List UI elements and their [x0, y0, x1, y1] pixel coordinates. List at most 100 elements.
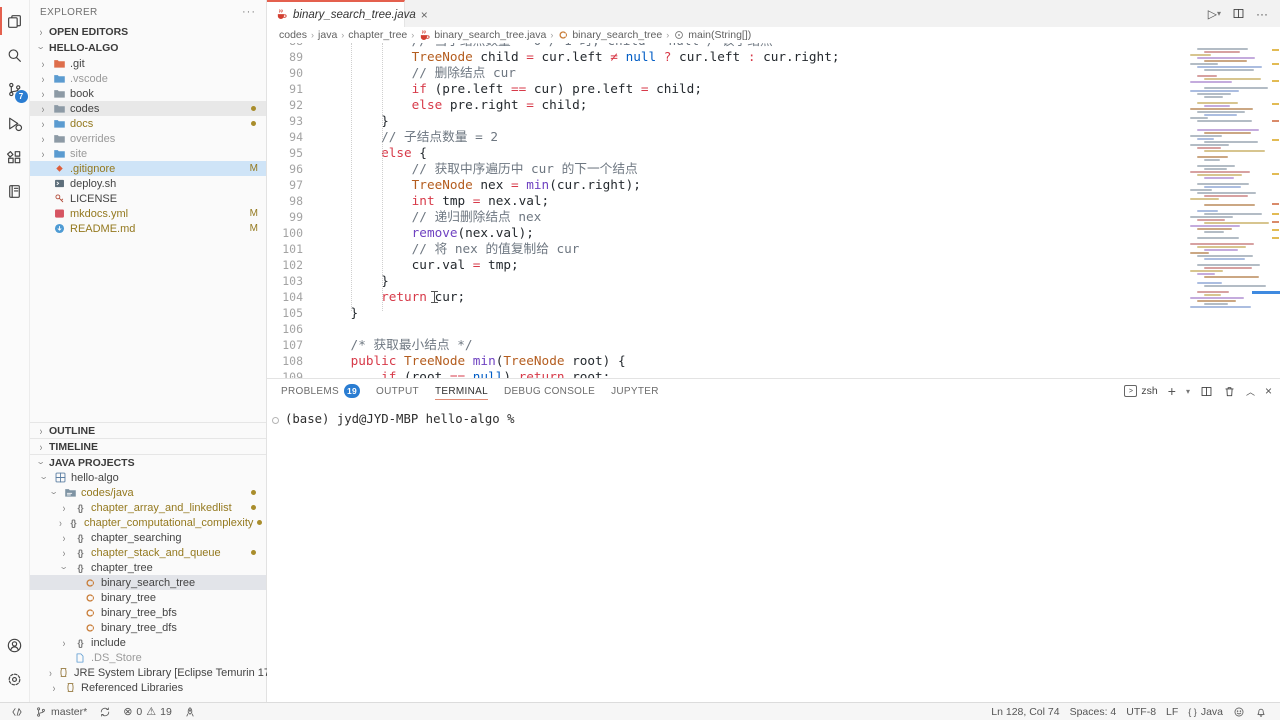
tree-item-chapter_stack_and_queue[interactable]: ›{}chapter_stack_and_queue: [30, 545, 266, 560]
tree-item-docs[interactable]: ›docs: [30, 116, 266, 131]
chevron-down-icon[interactable]: ›: [48, 488, 61, 497]
kill-terminal-button[interactable]: [1223, 385, 1236, 398]
code-line-89[interactable]: 89 TreeNode child = cur.left ≠ null ? cu…: [267, 49, 1280, 65]
notifications-bell-icon[interactable]: [1250, 706, 1272, 718]
tree-item-binary_search_tree[interactable]: ›binary_search_tree: [30, 575, 266, 590]
activitybar-account[interactable]: [0, 628, 30, 662]
shell-selector[interactable]: > zsh: [1124, 385, 1157, 397]
run-button[interactable]: ▷▾: [1208, 7, 1221, 21]
tree-item-overrides[interactable]: ›overrides: [30, 131, 266, 146]
tree-item-referencedlibraries[interactable]: ›Referenced Libraries: [30, 680, 266, 695]
tree-item-chapter_array_and_linkedlist[interactable]: ›{}chapter_array_and_linkedlist: [30, 500, 266, 515]
code-line-101[interactable]: 101 // 将 nex 的值复制给 cur: [267, 241, 1280, 257]
chevron-down-icon[interactable]: ›: [38, 473, 51, 482]
code-line-94[interactable]: 94 // 子结点数量 = 2: [267, 129, 1280, 145]
activitybar-extensions[interactable]: [0, 140, 30, 174]
timeline-section[interactable]: › TIMELINE: [30, 438, 266, 454]
code-line-105[interactable]: 105 }: [267, 305, 1280, 321]
code-line-91[interactable]: 91 if (pre.left == cur) pre.left = child…: [267, 81, 1280, 97]
tree-item-.ds_store[interactable]: ›.DS_Store: [30, 650, 266, 665]
chevron-right-icon[interactable]: ›: [60, 501, 69, 514]
activitybar-search[interactable]: [0, 38, 30, 72]
code-editor[interactable]: 88 // 当子结点数量 = 0 / 1 时, child = null / 该…: [267, 43, 1280, 378]
root-folder-section[interactable]: › HELLO-ALGO: [30, 40, 266, 56]
chevron-right-icon[interactable]: ›: [60, 636, 69, 649]
panel-tab-terminal[interactable]: TERMINAL: [435, 379, 488, 403]
breadcrumb-item[interactable]: binary_search_tree: [557, 29, 662, 41]
panel-tab-output[interactable]: OUTPUT: [376, 379, 419, 403]
chevron-right-icon[interactable]: ›: [39, 57, 48, 70]
overview-ruler[interactable]: [1270, 43, 1280, 378]
remote-indicator[interactable]: [6, 703, 28, 720]
chevron-right-icon[interactable]: ›: [39, 87, 48, 100]
chevron-right-icon[interactable]: ›: [59, 516, 62, 529]
tree-item-mkdocs.yml[interactable]: ›mkdocs.ymlM: [30, 206, 266, 221]
outline-section[interactable]: › OUTLINE: [30, 422, 266, 438]
chevron-right-icon[interactable]: ›: [39, 102, 48, 115]
tree-item-codes[interactable]: ›codes: [30, 101, 266, 116]
indentation-item[interactable]: Spaces: 4: [1065, 706, 1122, 718]
tree-item-chapter_searching[interactable]: ›{}chapter_searching: [30, 530, 266, 545]
code-line-90[interactable]: 90 // 删除结点 cur: [267, 65, 1280, 81]
tree-item-.vscode[interactable]: ›.vscode: [30, 71, 266, 86]
code-line-106[interactable]: 106: [267, 321, 1280, 337]
editor-more-actions-button[interactable]: ···: [1256, 7, 1268, 21]
new-terminal-button[interactable]: +: [1168, 383, 1176, 399]
code-line-107[interactable]: 107 /* 获取最小结点 */: [267, 337, 1280, 353]
tree-item-binary_tree_dfs[interactable]: ›binary_tree_dfs: [30, 620, 266, 635]
breadcrumb-item[interactable]: java: [318, 29, 337, 41]
maximize-panel-button[interactable]: ︿: [1246, 385, 1255, 398]
code-line-92[interactable]: 92 else pre.right = child;: [267, 97, 1280, 113]
launch-item[interactable]: [179, 703, 201, 720]
minimap[interactable]: [1190, 45, 1270, 309]
chevron-right-icon[interactable]: ›: [60, 531, 69, 544]
tree-item-chapter_computational_complexity[interactable]: ›{}chapter_computational_complexity: [30, 515, 266, 530]
code-line-98[interactable]: 98 int tmp = nex.val;: [267, 193, 1280, 209]
chevron-right-icon[interactable]: ›: [50, 681, 59, 694]
close-panel-button[interactable]: ×: [1265, 384, 1272, 398]
terminal[interactable]: (base) jyd@JYD-MBP hello-algo %: [267, 403, 1280, 702]
code-line-95[interactable]: 95 else {: [267, 145, 1280, 161]
tree-item-binary_tree[interactable]: ›binary_tree: [30, 590, 266, 605]
tree-item-deploy.sh[interactable]: ›deploy.sh: [30, 176, 266, 191]
tree-item-hello-algo[interactable]: ›hello-algo: [30, 470, 266, 485]
breadcrumb-item[interactable]: codes: [279, 29, 307, 41]
tree-item-site[interactable]: ›site: [30, 146, 266, 161]
chevron-right-icon[interactable]: ›: [49, 666, 52, 679]
panel-tab-jupyter[interactable]: JUPYTER: [611, 379, 659, 403]
code-line-99[interactable]: 99 // 递归删除结点 nex: [267, 209, 1280, 225]
activitybar-run-debug[interactable]: [0, 106, 30, 140]
chevron-right-icon[interactable]: ›: [39, 132, 48, 145]
code-line-97[interactable]: 97 TreeNode nex = min(cur.right);: [267, 177, 1280, 193]
chevron-down-icon[interactable]: ›: [58, 563, 71, 572]
breadcrumb-item[interactable]: main(String[]): [673, 29, 751, 41]
feedback-icon[interactable]: [1228, 706, 1250, 718]
open-editors-section[interactable]: › OPEN EDITORS: [30, 24, 266, 40]
java-projects-section[interactable]: › JAVA PROJECTS: [30, 454, 266, 470]
code-line-100[interactable]: 100 remove(nex.val);: [267, 225, 1280, 241]
split-terminal-button[interactable]: [1200, 385, 1213, 398]
chevron-right-icon[interactable]: ›: [39, 147, 48, 160]
tree-item-readme.md[interactable]: ›README.mdM: [30, 221, 266, 236]
tree-item-codesjava[interactable]: ›codes/java: [30, 485, 266, 500]
activitybar-settings[interactable]: [0, 662, 30, 696]
tree-item-.gitignore[interactable]: ›.gitignoreM: [30, 161, 266, 176]
tab-close-icon[interactable]: ×: [421, 8, 428, 22]
panel-tab-debug-console[interactable]: DEBUG CONSOLE: [504, 379, 595, 403]
breadcrumb-item[interactable]: binary_search_tree.java: [418, 29, 546, 42]
tree-item-include[interactable]: ›{}include: [30, 635, 266, 650]
code-line-103[interactable]: 103 }: [267, 273, 1280, 289]
problems-item[interactable]: ⊗ 0 ⚠ 19: [118, 703, 177, 720]
code-line-96[interactable]: 96 // 获取中序遍历中 cur 的下一个结点: [267, 161, 1280, 177]
terminal-dropdown-icon[interactable]: ▾: [1186, 387, 1190, 396]
activitybar-source-control[interactable]: 7: [0, 72, 30, 106]
chevron-right-icon[interactable]: ›: [60, 546, 69, 559]
activitybar-notebook[interactable]: [0, 174, 30, 208]
code-line-93[interactable]: 93 }: [267, 113, 1280, 129]
sync-button[interactable]: [94, 703, 116, 720]
panel-tab-problems[interactable]: PROBLEMS19: [281, 379, 360, 403]
code-line-108[interactable]: 108 public TreeNode min(TreeNode root) {: [267, 353, 1280, 369]
chevron-right-icon[interactable]: ›: [39, 117, 48, 130]
explorer-more-icon[interactable]: ···: [242, 6, 256, 18]
tree-item-jresystemlibraryeclipsetemurin1717...[interactable]: ›JRE System Library [Eclipse Temurin 17 …: [30, 665, 266, 680]
